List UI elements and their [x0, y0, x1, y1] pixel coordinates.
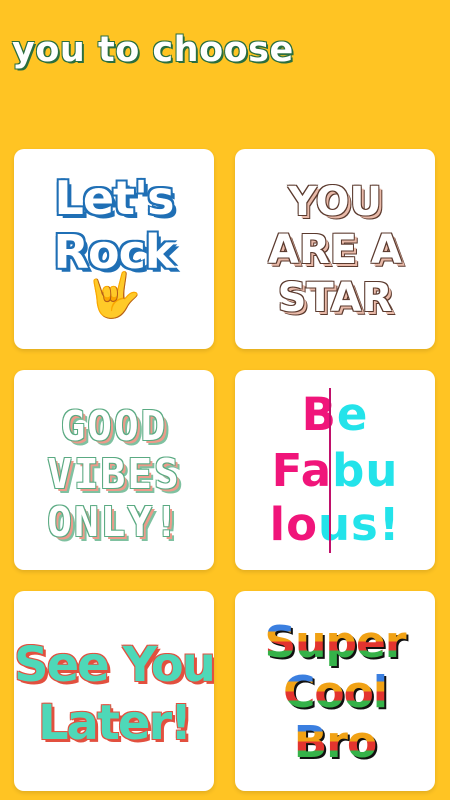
sticker-card-lets-rock[interactable]: Let's Rock 🤟 [14, 149, 214, 349]
sticker-text-left: lo [269, 498, 318, 551]
sticker-text-line: GOOD [60, 402, 168, 450]
sticker-card-see-you-later[interactable]: See You Later! [14, 591, 214, 791]
sticker-text-line: Fabu [235, 444, 435, 497]
page-title: you to choose [12, 30, 294, 70]
sticker-text-right: bu [332, 444, 399, 497]
rock-hand-icon: 🤟 [86, 270, 142, 321]
split-divider [329, 388, 331, 553]
sticker-text-line: Let's [54, 171, 175, 225]
sticker-card-be-fabulous[interactable]: Be Fabu lous! [235, 370, 435, 570]
sticker-text-line: STAR [277, 275, 393, 321]
sticker-text-line: YOU [287, 179, 383, 225]
sticker-text-line: VIBES [47, 450, 181, 498]
sticker-card-good-vibes-only[interactable]: GOOD VIBES ONLY! [14, 370, 214, 570]
sticker-text-line: ONLY! [47, 498, 181, 546]
sticker-text-left: Fa [271, 444, 333, 497]
sticker-card-super-cool-bro[interactable]: Super Cool Bro [235, 591, 435, 791]
sticker-text-right: e [336, 388, 369, 441]
sticker-text-line: Cool [235, 667, 435, 718]
sticker-text-line: ARE A [268, 227, 402, 273]
sticker-text-line: Super [235, 617, 435, 668]
sticker-text-line: Be [235, 388, 435, 441]
sticker-text-line: See You [14, 637, 214, 693]
sticker-text-line: Later! [37, 695, 192, 751]
sticker-text-line: Bro [235, 717, 435, 768]
sticker-card-you-are-a-star[interactable]: YOU ARE A STAR [235, 149, 435, 349]
sticker-text-line: lous! [235, 498, 435, 551]
sticker-text-left: B [301, 388, 337, 441]
